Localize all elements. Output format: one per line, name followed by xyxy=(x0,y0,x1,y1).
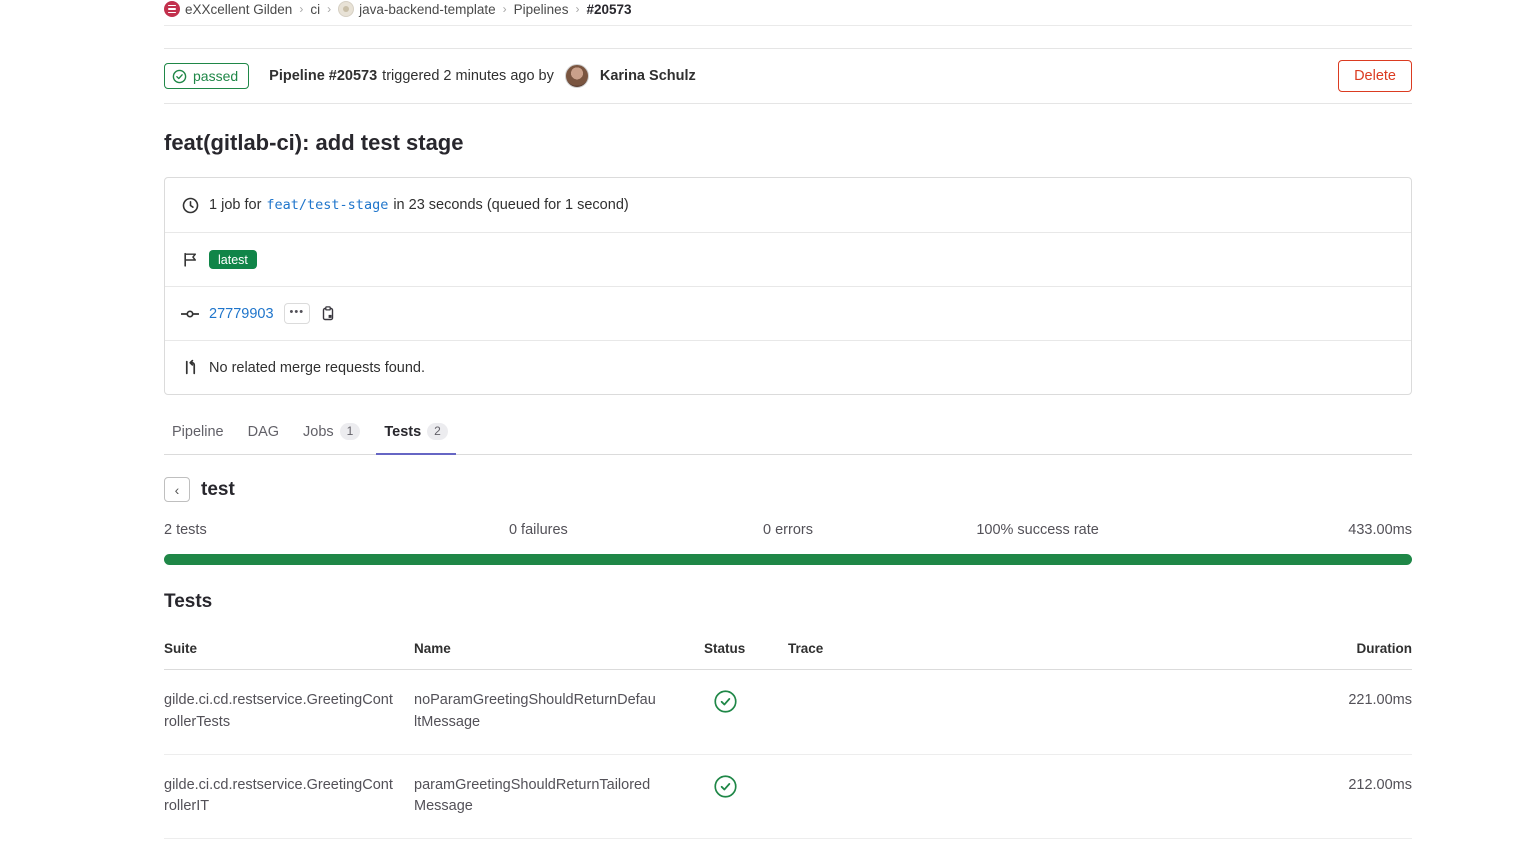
commit-message-toggle[interactable]: ••• xyxy=(284,303,311,324)
copy-sha-button[interactable] xyxy=(320,305,336,322)
breadcrumb-pipeline-id: #20573 xyxy=(586,2,631,17)
clock-icon xyxy=(181,197,199,214)
group-avatar-icon xyxy=(164,1,180,17)
test-status-cell xyxy=(704,775,788,806)
test-suite-title: test xyxy=(201,479,235,501)
tests-heading: Tests xyxy=(164,591,1412,613)
tests-table-header: Suite Name Status Trace Duration xyxy=(164,627,1412,670)
test-duration-cell: 212.00ms xyxy=(1302,775,1412,797)
clipboard-icon xyxy=(320,305,336,322)
latest-badge-row: latest xyxy=(165,232,1411,286)
pipeline-status-bar: passed Pipeline #20573 triggered 2 minut… xyxy=(164,48,1412,104)
breadcrumb-separator: › xyxy=(327,2,331,16)
test-summary-stats: 2 tests 0 failures 0 errors 100% success… xyxy=(164,522,1412,538)
breadcrumb-group-link[interactable]: eXXcellent Gilden xyxy=(185,2,292,17)
commit-sha-link[interactable]: 27779903 xyxy=(209,306,274,322)
delete-button[interactable]: Delete xyxy=(1338,60,1412,92)
breadcrumb-project[interactable]: java-backend-template xyxy=(338,1,496,17)
tab-label: Tests xyxy=(384,424,421,440)
test-duration-cell: 221.00ms xyxy=(1302,690,1412,712)
branch-link[interactable]: feat/test-stage xyxy=(266,197,388,213)
breadcrumb-subgroup-link[interactable]: ci xyxy=(310,2,320,17)
breadcrumb-project-link[interactable]: java-backend-template xyxy=(359,2,496,17)
test-suite-cell: gilde.ci.cd.restservice.GreetingControll… xyxy=(164,690,414,734)
test-name-cell: paramGreetingShouldReturnTailoredMessage xyxy=(414,775,704,819)
success-progress-bar xyxy=(164,554,1412,565)
table-row: gilde.ci.cd.restservice.GreetingControll… xyxy=(164,755,1412,840)
commit-title: feat(gitlab-ci): add test stage xyxy=(164,130,1412,156)
tab-tests[interactable]: Tests 2 xyxy=(376,411,456,455)
stat-success-rate: 100% success rate xyxy=(913,522,1163,538)
stat-duration: 433.00ms xyxy=(1162,522,1412,538)
tab-pipeline[interactable]: Pipeline xyxy=(164,412,232,455)
breadcrumb-group[interactable]: eXXcellent Gilden xyxy=(164,1,292,17)
jobs-info-row: 1 job for feat/test-stage in 23 seconds … xyxy=(165,178,1411,232)
stat-failures: 0 failures xyxy=(414,522,664,538)
column-header-suite: Suite xyxy=(164,641,414,656)
breadcrumb-pipelines-link[interactable]: Pipelines xyxy=(514,2,569,17)
test-success-icon[interactable] xyxy=(714,775,737,798)
project-avatar-icon xyxy=(338,1,354,17)
tab-dag[interactable]: DAG xyxy=(240,412,287,455)
stat-total-tests: 2 tests xyxy=(164,522,414,538)
latest-badge[interactable]: latest xyxy=(209,250,257,269)
flag-icon xyxy=(181,251,199,268)
test-name-cell: noParamGreetingShouldReturnDefaultMessag… xyxy=(414,690,704,734)
jobs-count-text: 1 job for xyxy=(209,197,261,213)
test-suite-header: ‹ test xyxy=(164,477,1412,502)
commit-icon xyxy=(181,305,199,323)
commit-row: 27779903 ••• xyxy=(165,286,1411,340)
pipeline-trigger-info: Pipeline #20573 triggered 2 minutes ago … xyxy=(269,64,696,88)
breadcrumb-separator: › xyxy=(575,2,579,16)
user-name-link[interactable]: Karina Schulz xyxy=(600,68,696,84)
stat-errors: 0 errors xyxy=(663,522,913,538)
merge-request-row: No related merge requests found. xyxy=(165,340,1411,394)
jobs-count-badge: 1 xyxy=(340,423,361,440)
triggered-text: triggered 2 minutes ago by xyxy=(382,68,554,84)
pipeline-page: eXXcellent Gilden › ci › java-backend-te… xyxy=(164,0,1412,839)
breadcrumb-separator: › xyxy=(503,2,507,16)
test-suite-cell: gilde.ci.cd.restservice.GreetingControll… xyxy=(164,775,414,819)
tab-label: Pipeline xyxy=(172,424,224,440)
status-badge[interactable]: passed xyxy=(164,63,249,89)
column-header-trace: Trace xyxy=(788,641,1302,656)
tab-jobs[interactable]: Jobs 1 xyxy=(295,411,368,455)
jobs-duration-text: in 23 seconds (queued for 1 second) xyxy=(393,197,628,213)
table-row: gilde.ci.cd.restservice.GreetingControll… xyxy=(164,670,1412,755)
tab-label: DAG xyxy=(248,424,279,440)
merge-request-icon xyxy=(181,359,199,376)
chevron-left-icon: ‹ xyxy=(175,482,180,498)
tab-label: Jobs xyxy=(303,424,334,440)
check-circle-icon xyxy=(172,69,187,84)
back-button[interactable]: ‹ xyxy=(164,477,190,502)
tests-table: Suite Name Status Trace Duration gilde.c… xyxy=(164,627,1412,839)
pipeline-info-box: 1 job for feat/test-stage in 23 seconds … xyxy=(164,177,1412,395)
pipeline-id-label: Pipeline #20573 xyxy=(269,68,377,84)
column-header-name: Name xyxy=(414,641,704,656)
column-header-duration: Duration xyxy=(1302,641,1412,656)
test-success-icon[interactable] xyxy=(714,690,737,713)
tests-count-badge: 2 xyxy=(427,423,448,440)
breadcrumb: eXXcellent Gilden › ci › java-backend-te… xyxy=(164,0,1412,26)
breadcrumb-separator: › xyxy=(299,2,303,16)
pipeline-tabs: Pipeline DAG Jobs 1 Tests 2 xyxy=(164,411,1412,455)
test-status-cell xyxy=(704,690,788,721)
column-header-status: Status xyxy=(704,641,788,656)
status-badge-label: passed xyxy=(193,68,238,84)
user-avatar[interactable] xyxy=(565,64,589,88)
merge-request-text: No related merge requests found. xyxy=(209,360,425,376)
